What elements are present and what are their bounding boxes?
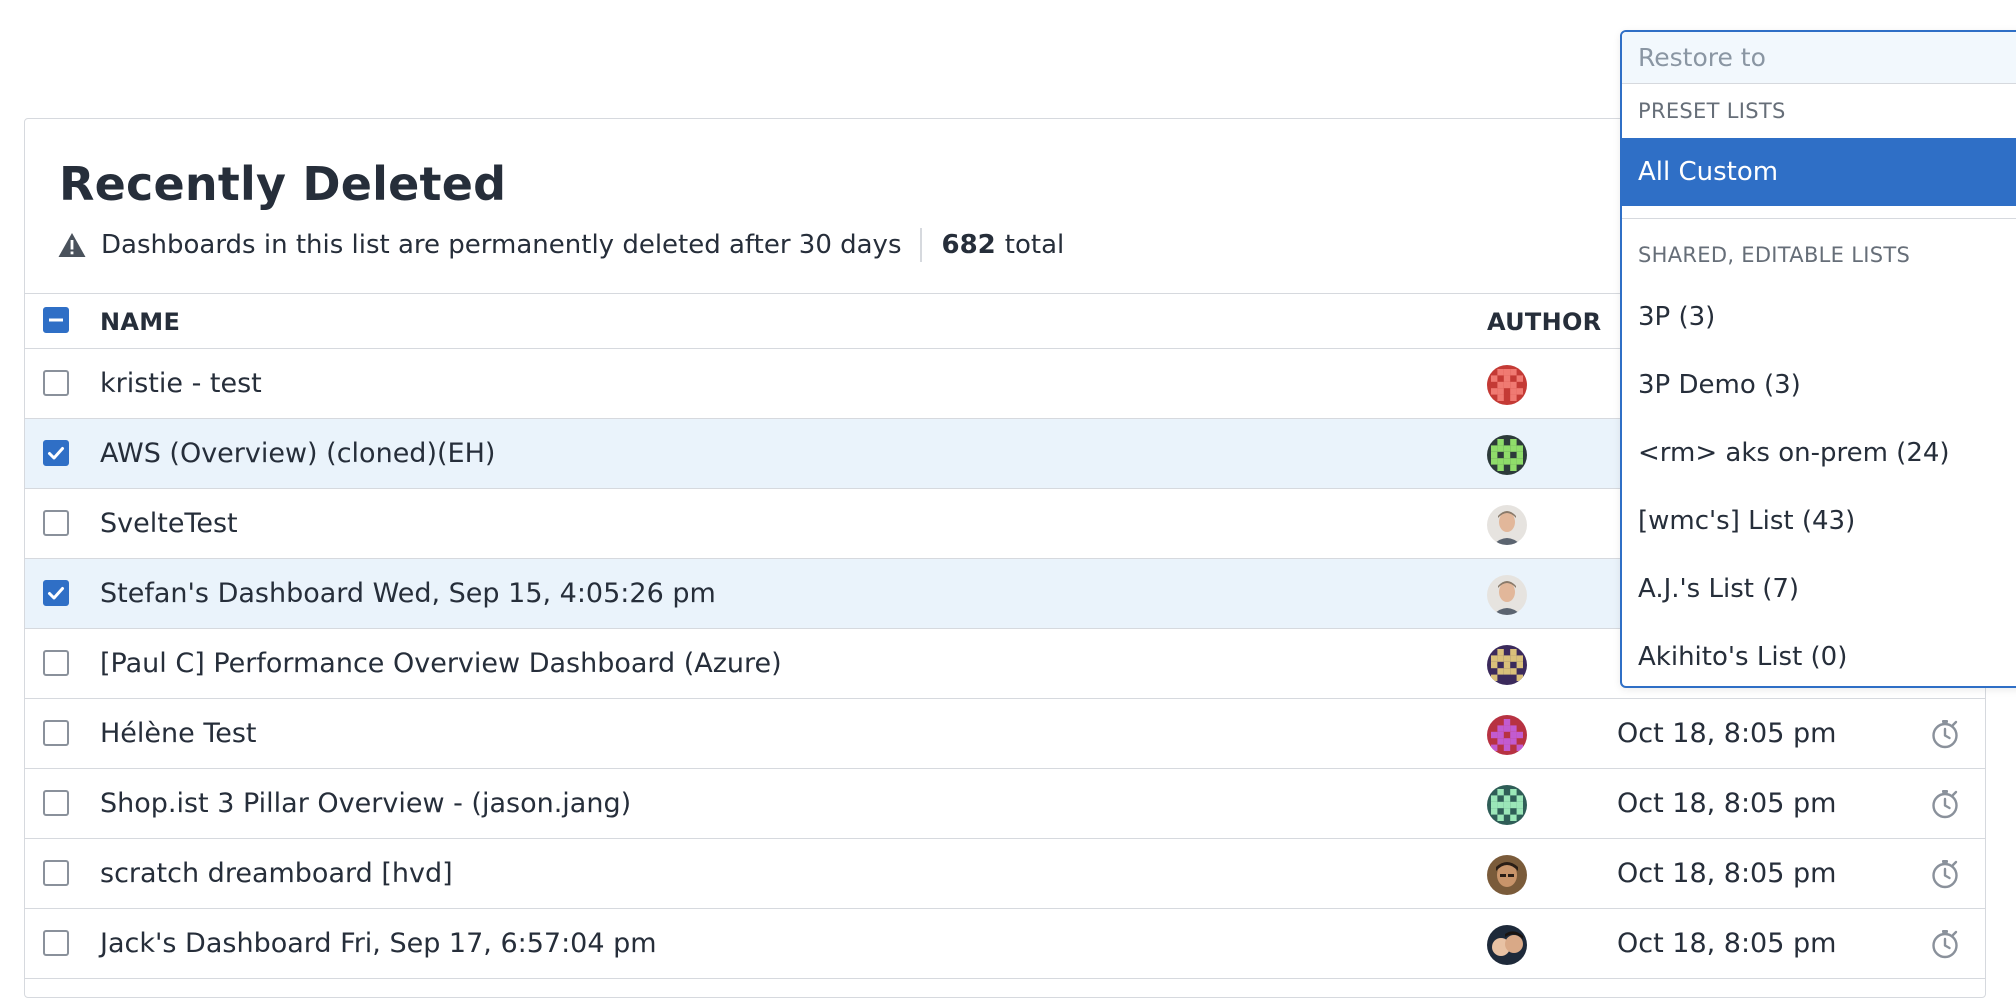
- group-label-shared: SHARED, EDITABLE LISTS: [1638, 243, 1911, 267]
- total-count: 682: [941, 230, 996, 260]
- dashboard-name-link[interactable]: AWS (Overview) (cloned)(EH): [100, 419, 495, 489]
- author-avatar: [1487, 645, 1527, 685]
- page-title: Recently Deleted: [59, 157, 507, 211]
- warning-icon: [58, 233, 86, 257]
- dropdown-item-all-custom[interactable]: All Custom: [1622, 138, 2016, 206]
- column-header-name[interactable]: NAME: [100, 294, 180, 350]
- author-avatar: [1487, 435, 1527, 475]
- checkmark-icon: [48, 587, 64, 600]
- dashboard-name-link[interactable]: kristie - test: [100, 349, 262, 419]
- stopwatch-icon[interactable]: [1929, 718, 1961, 750]
- table-row[interactable]: Shop.ist 3 Pillar Overview - (jason.jang…: [25, 769, 1985, 839]
- author-avatar: [1487, 575, 1527, 615]
- row-checkbox[interactable]: [43, 860, 69, 886]
- row-checkbox[interactable]: [43, 650, 69, 676]
- table-row[interactable]: Hélène Test Oct 18, 8:05 pm: [25, 699, 1985, 769]
- author-avatar: [1487, 365, 1527, 405]
- row-checkbox[interactable]: [43, 580, 69, 606]
- dropdown-item-3p-demo[interactable]: 3P Demo (3): [1622, 351, 2016, 419]
- restore-to-input[interactable]: [1622, 32, 2016, 84]
- column-header-author[interactable]: AUTHOR: [1487, 294, 1601, 350]
- select-all-checkbox[interactable]: [43, 307, 69, 333]
- author-avatar: [1487, 715, 1527, 755]
- stopwatch-icon[interactable]: [1929, 858, 1961, 890]
- deletion-notice: Dashboards in this list are permanently …: [57, 227, 1064, 263]
- dropdown-item-akihito-list[interactable]: Akihito's List (0): [1622, 623, 2016, 686]
- deleted-date: Oct 18, 8:05 pm: [1617, 858, 1837, 889]
- dashboard-name-link[interactable]: Hélène Test: [100, 699, 257, 769]
- dropdown-item-3p[interactable]: 3P (3): [1622, 283, 2016, 351]
- checkmark-icon: [48, 447, 64, 460]
- table-row[interactable]: Jack's Dashboard Fri, Sep 17, 6:57:04 pm…: [25, 909, 1985, 979]
- author-avatar: [1487, 855, 1527, 895]
- dashboard-name-link[interactable]: Jack's Dashboard Fri, Sep 17, 6:57:04 pm: [100, 909, 657, 979]
- minus-icon: [49, 318, 63, 322]
- group-label-preset: PRESET LISTS: [1638, 99, 1786, 123]
- stopwatch-icon[interactable]: [1929, 928, 1961, 960]
- author-avatar: [1487, 505, 1527, 545]
- dashboard-name-link[interactable]: [Paul C] Performance Overview Dashboard …: [100, 629, 782, 699]
- dashboard-name-link[interactable]: Shop.ist 3 Pillar Overview - (jason.jang…: [100, 769, 631, 839]
- dropdown-item-aj-list[interactable]: A.J.'s List (7): [1622, 555, 2016, 623]
- dashboard-name-link[interactable]: Stefan's Dashboard Wed, Sep 15, 4:05:26 …: [100, 559, 716, 629]
- dropdown-item-aks-on-prem[interactable]: <rm> aks on-prem (24): [1622, 419, 2016, 487]
- divider: [919, 228, 922, 262]
- row-checkbox[interactable]: [43, 790, 69, 816]
- row-checkbox[interactable]: [43, 370, 69, 396]
- deleted-date: Oct 18, 8:05 pm: [1617, 718, 1837, 749]
- deleted-date: Oct 18, 8:05 pm: [1617, 928, 1837, 959]
- row-checkbox[interactable]: [43, 510, 69, 536]
- notice-text: Dashboards in this list are permanently …: [101, 230, 902, 260]
- row-checkbox[interactable]: [43, 440, 69, 466]
- restore-to-dropdown[interactable]: PRESET LISTS All Custom SHARED, EDITABLE…: [1620, 30, 2016, 688]
- author-avatar: [1487, 785, 1527, 825]
- dashboard-name-link[interactable]: SvelteTest: [100, 489, 238, 559]
- author-avatar: [1487, 925, 1527, 965]
- total-label: total: [1004, 230, 1065, 260]
- deleted-date: Oct 18, 8:05 pm: [1617, 788, 1837, 819]
- row-checkbox[interactable]: [43, 930, 69, 956]
- dashboard-name-link[interactable]: scratch dreamboard [hvd]: [100, 839, 453, 909]
- row-checkbox[interactable]: [43, 720, 69, 746]
- dropdown-item-wmc-list[interactable]: [wmc's] List (43): [1622, 487, 2016, 555]
- stopwatch-icon[interactable]: [1929, 788, 1961, 820]
- table-row[interactable]: scratch dreamboard [hvd] Oct 18, 8:05 pm: [25, 839, 1985, 909]
